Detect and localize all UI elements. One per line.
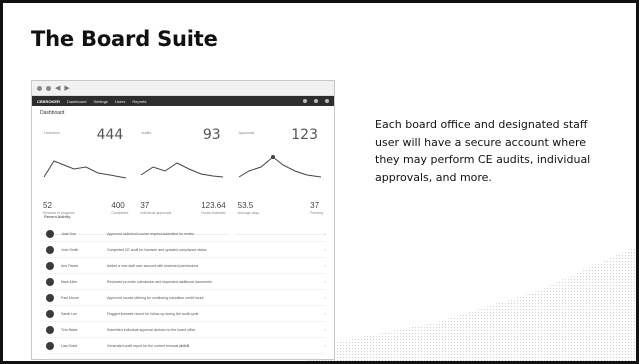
slide: The Board Suite ◀ ▶ CEBROKER Dashboard S…	[3, 3, 636, 361]
row-arrow-icon: ›	[324, 231, 326, 236]
nav-item-users: Users	[114, 98, 126, 104]
row-arrow-icon: ›	[324, 295, 326, 300]
card-stats: 52 Reviews in progress 400 Completed	[40, 201, 131, 215]
row-arrow-icon: ›	[324, 343, 326, 348]
row-text: Flagged licensee record for follow-up du…	[107, 311, 199, 316]
sparkline	[238, 155, 321, 178]
card-value: 93	[202, 127, 221, 143]
avatar-icon	[46, 325, 54, 334]
row-arrow-icon: ›	[324, 279, 326, 284]
row-name: Tom Baker	[61, 327, 78, 332]
row-name: Paul Moore	[61, 295, 79, 300]
summary-card: Audits 93 37 Individual approvals 123.64 H…	[137, 119, 229, 235]
window-control-icon	[37, 85, 42, 91]
list-heading: Recent Activity	[44, 214, 71, 219]
nav-item-reports: Reports	[132, 98, 147, 104]
list-item: Paul Moore Approved course offering for c…	[46, 290, 326, 306]
list-item: Jane Doe Approved individual course reque…	[46, 226, 326, 242]
card-value: 123	[291, 127, 318, 143]
summary-cards: Licensees 444 52 Reviews in progress 400 C…	[40, 119, 326, 235]
nav-item-settings: Settings	[93, 98, 108, 104]
dashboard-title: Dashboard	[40, 110, 65, 116]
stat-caption: Individual approvals	[140, 211, 172, 215]
row-text: Completed CE audit for licensee and upda…	[107, 247, 207, 252]
row-text: Submitted individual approval decision t…	[107, 327, 196, 332]
card-stats: 53.5 Average days 37 Pending	[235, 201, 326, 215]
card-label: Licensees	[44, 131, 60, 135]
avatar-icon	[46, 293, 54, 302]
stat-value: 37	[310, 201, 320, 210]
avatar-icon	[46, 309, 54, 318]
slide-body-text: Each board office and designated staff u…	[375, 118, 591, 184]
pagination: 1 2 3	[180, 343, 189, 348]
list-item: Mark Allen Reviewed provider submission a…	[46, 274, 326, 290]
row-name: Mark Allen	[61, 279, 78, 284]
row-text: Approved course offering for continuing …	[107, 295, 204, 300]
stat-value: 123.64	[201, 201, 226, 210]
list-item: Ann Parker Added a new staff user account…	[46, 258, 326, 274]
window-control-icon	[46, 85, 51, 91]
user-icon	[314, 99, 318, 103]
nav-item-dashboard: Dashboard	[66, 98, 87, 104]
row-name: Ann Parker	[61, 263, 79, 268]
list-item: John Smith Completed CE audit for license…	[46, 242, 326, 258]
row-arrow-icon: ›	[324, 263, 326, 268]
activity-list: Jane Doe Approved individual course reque…	[46, 226, 326, 354]
avatar-icon	[46, 341, 54, 350]
notification-icon	[303, 99, 307, 103]
stat-value: 53.5	[237, 201, 254, 210]
row-text: Approved individual course request submi…	[107, 231, 194, 236]
stat-caption: Average days	[237, 211, 259, 215]
row-name: Lisa Grant	[61, 343, 78, 348]
forward-arrow-icon: ▶	[64, 84, 70, 92]
card-label: Approvals	[238, 131, 255, 135]
row-text: Generated audit report for the current r…	[107, 343, 189, 348]
row-name: Sarah Lee	[61, 311, 78, 316]
stat-caption: Completed	[111, 211, 129, 215]
sparkline	[141, 162, 224, 178]
stat-caption: Hours reviewed	[201, 211, 226, 215]
row-arrow-icon: ›	[324, 247, 326, 252]
slide-title: The Board Suite	[31, 27, 218, 51]
row-name: John Smith	[61, 247, 79, 252]
row-arrow-icon: ›	[324, 311, 326, 316]
sparkline	[43, 160, 127, 179]
summary-card: Approvals 123 53.5 Average days 37 Pending	[234, 119, 326, 235]
app-navbar: CEBROKER Dashboard Settings Users Report…	[32, 96, 334, 106]
avatar-icon	[46, 229, 54, 238]
avatar-icon	[46, 261, 54, 270]
list-item: Tom Baker Submitted individual approval d…	[46, 322, 326, 338]
menu-icon	[325, 99, 329, 103]
card-stats: 37 Individual approvals 123.64 Hours revie…	[137, 201, 228, 215]
row-arrow-icon: ›	[324, 327, 326, 332]
browser-toolbar: ◀ ▶	[32, 81, 334, 96]
brand-logo: CEBROKER	[37, 98, 60, 104]
row-text: Added a new staff user account with rest…	[107, 263, 199, 268]
stat-caption: Pending	[310, 211, 323, 215]
avatar-icon	[46, 245, 54, 254]
row-text: Reviewed provider submission and request…	[107, 279, 212, 284]
card-value: 444	[96, 127, 124, 143]
stat-value: 37	[140, 201, 150, 210]
card-label: Audits	[141, 131, 152, 135]
stat-value: 400	[111, 201, 125, 210]
stat-value: 52	[43, 201, 52, 210]
row-name: Jane Doe	[61, 231, 76, 236]
decorative-texture	[306, 246, 636, 361]
avatar-icon	[46, 277, 54, 286]
list-item: Sarah Lee Flagged licensee record for fol…	[46, 306, 326, 322]
back-arrow-icon: ◀	[55, 84, 61, 92]
app-screenshot: ◀ ▶ CEBROKER Dashboard Settings Users Re…	[31, 80, 335, 360]
